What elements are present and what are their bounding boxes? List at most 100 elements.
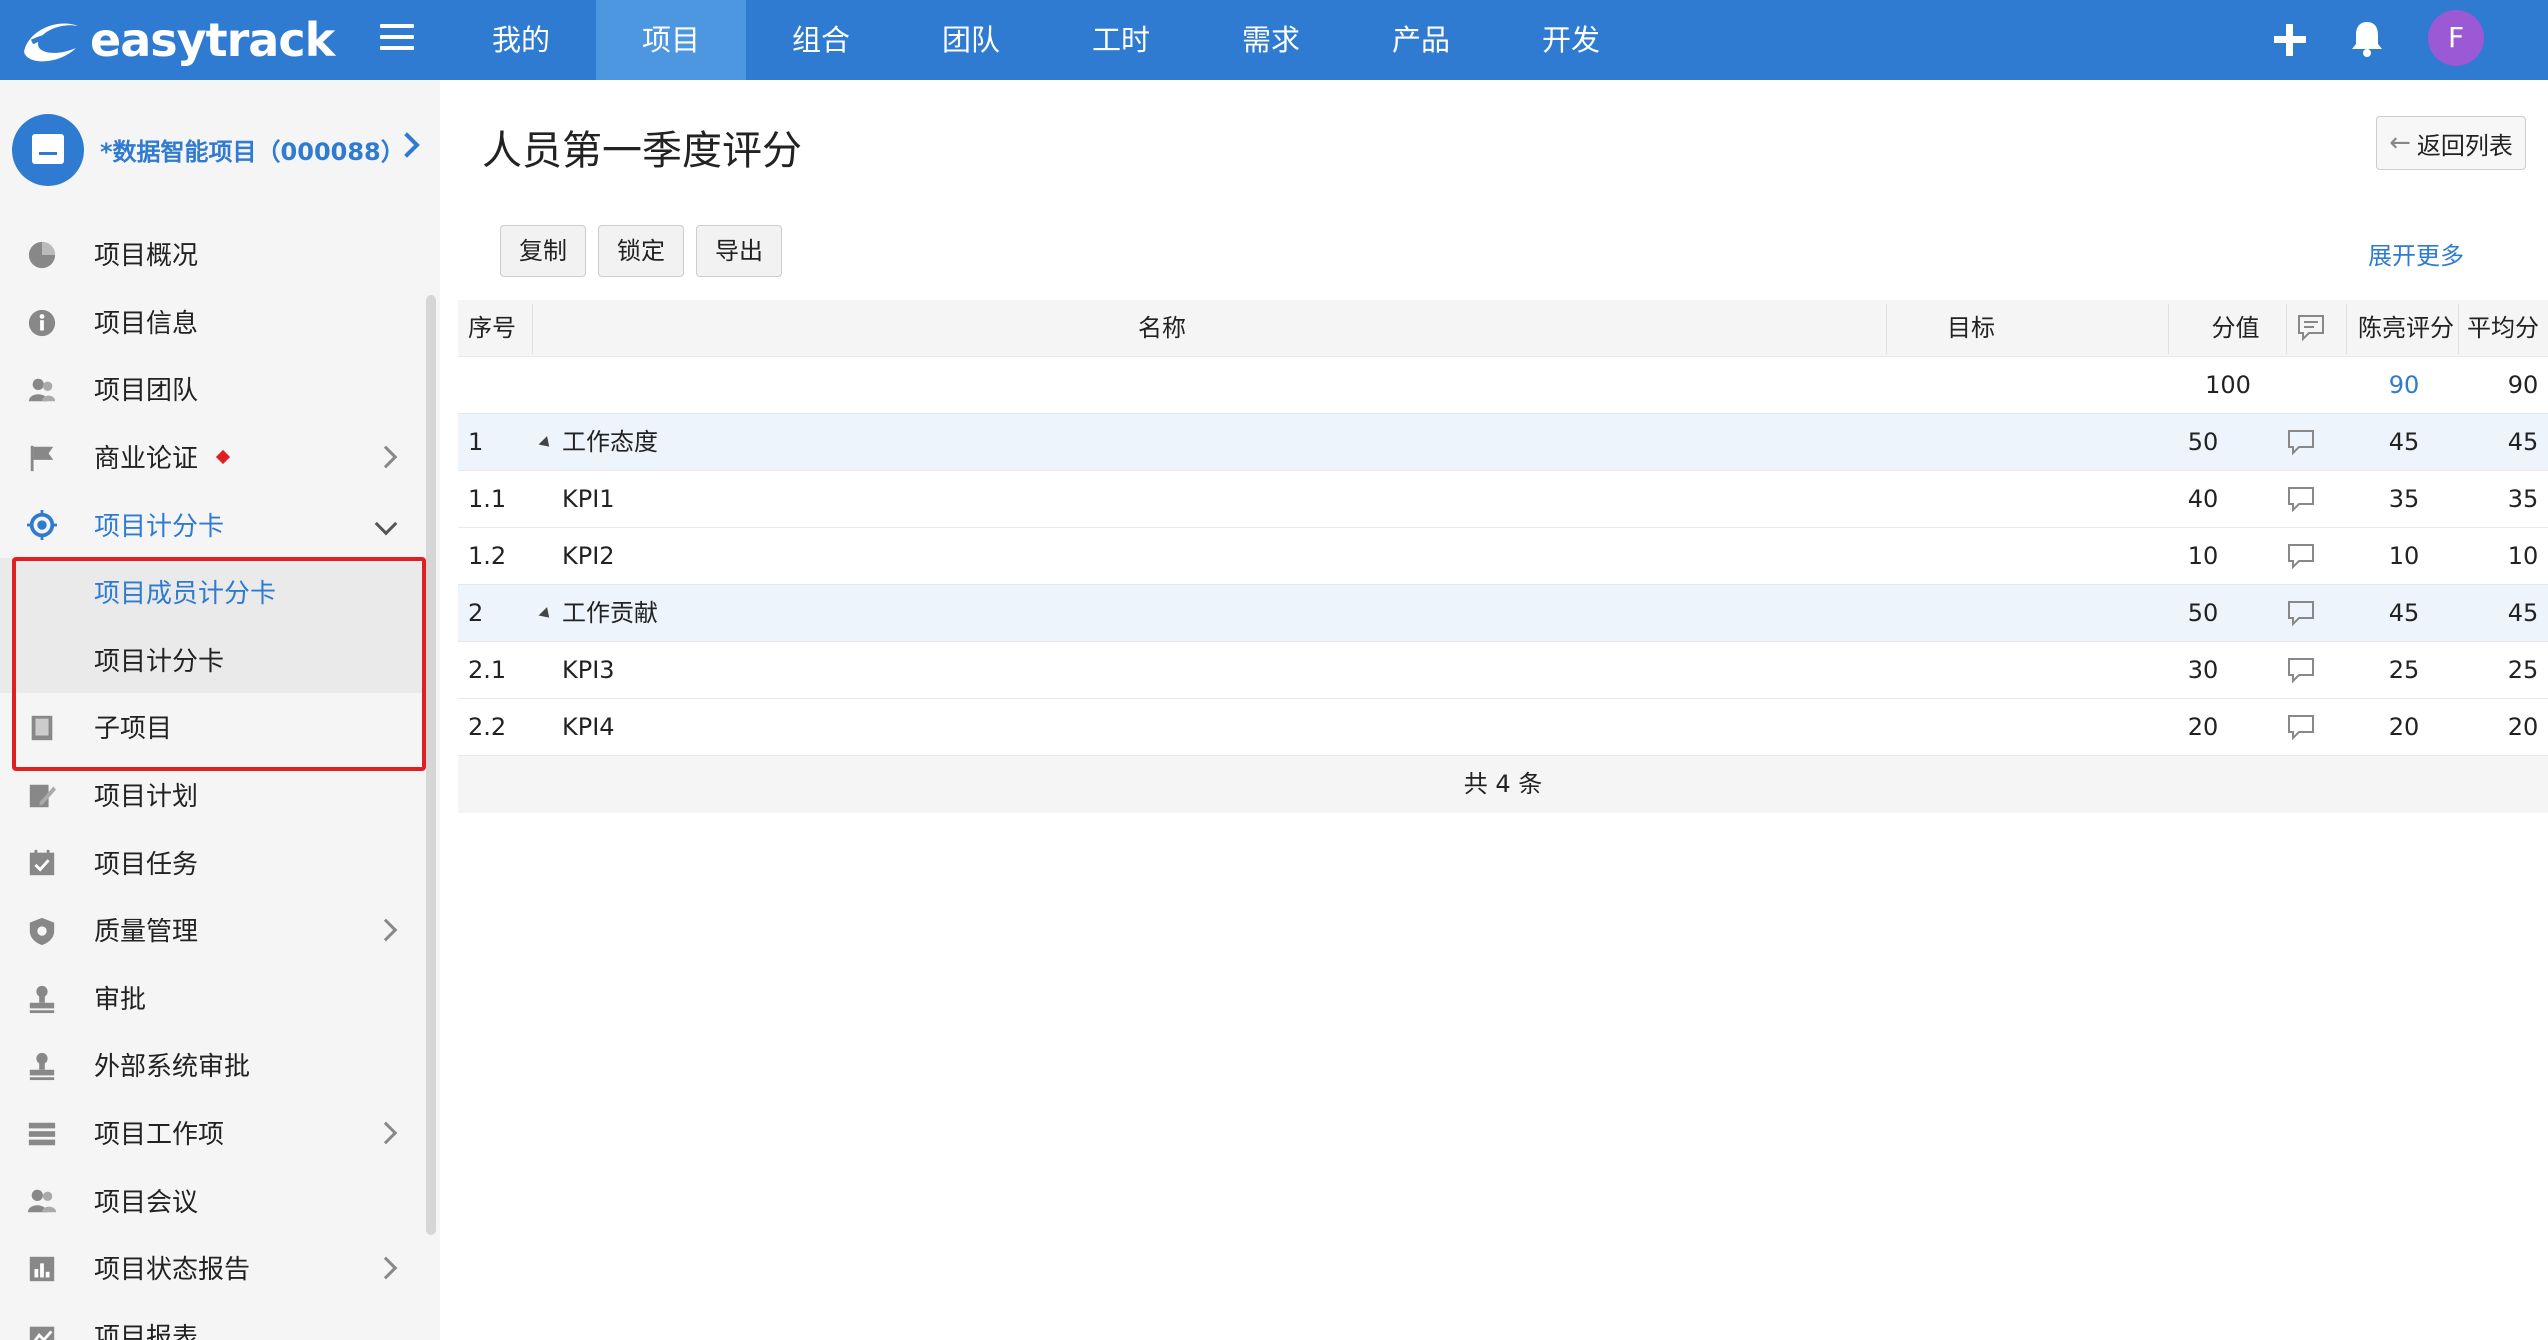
sidebar-item-subproject[interactable]: 子项目: [0, 693, 430, 761]
table-row[interactable]: 1.2 KPI2 10 10 10: [458, 528, 2548, 585]
sidebar-item-label: 项目报表: [94, 1322, 199, 1340]
meeting-icon: [27, 1190, 57, 1213]
export-button[interactable]: 导出: [696, 225, 782, 277]
sidebar-scrollbar[interactable]: [426, 295, 436, 1235]
header-name: 名称: [1138, 314, 1186, 342]
comment-icon[interactable]: [2286, 713, 2316, 741]
nav-item-portfolio[interactable]: 组合: [746, 0, 896, 80]
sidebar-item-team[interactable]: 项目团队: [0, 355, 430, 423]
page-title: 人员第一季度评分: [482, 128, 802, 174]
row-name: 工作态度: [562, 428, 658, 456]
expand-more-link[interactable]: 展开更多: [2368, 236, 2464, 271]
row-seq: 2.1: [468, 656, 507, 684]
sidebar-subitem-project-scorecard[interactable]: 项目计分卡: [0, 625, 430, 694]
logo-swoosh-icon: [24, 23, 78, 62]
chart-icon: [29, 1326, 55, 1340]
comment-icon[interactable]: [2286, 599, 2316, 627]
sidebar-item-info[interactable]: 项目信息: [0, 288, 430, 356]
table-row[interactable]: 1 工作态度 50 45 45: [458, 414, 2548, 471]
sidebar-item-work-items[interactable]: 项目工作项: [0, 1099, 430, 1167]
row-seq: 2.2: [468, 713, 507, 741]
sidebar-item-tasks[interactable]: 项目任务: [0, 828, 430, 896]
sidebar-item-label: 审批: [94, 984, 147, 1015]
header-seq: 序号: [468, 314, 516, 342]
row-score: 20: [2187, 713, 2219, 741]
nav-item-dev[interactable]: 开发: [1496, 0, 1646, 80]
nav-item-mine[interactable]: 我的: [446, 0, 596, 80]
sidebar-item-label: 项目任务: [94, 849, 199, 880]
list-icon: [28, 1122, 56, 1145]
comment-icon[interactable]: [2286, 485, 2316, 513]
plus-icon[interactable]: [2270, 20, 2310, 60]
row-name: KPI4: [562, 713, 615, 741]
sidebar-item-approval[interactable]: 审批: [0, 964, 430, 1032]
table-row[interactable]: 1.1 KPI1 40 35 35: [458, 471, 2548, 528]
sidebar-item-external-approval[interactable]: 外部系统审批: [0, 1031, 430, 1099]
row-seq: 1.1: [468, 485, 507, 513]
sidebar-item-meetings[interactable]: 项目会议: [0, 1166, 430, 1234]
project-icon: [12, 114, 84, 186]
sidebar-item-quality[interactable]: 质量管理: [0, 896, 430, 964]
row-avg: 35: [2507, 485, 2539, 513]
sidebar-item-label: 项目概况: [94, 241, 199, 272]
chevron-right-icon[interactable]: [374, 1121, 398, 1144]
sidebar: *数据智能项目（000088） 项目概况 项目信息 项目团队 商业论证 项目计分…: [0, 80, 440, 1340]
project-header[interactable]: *数据智能项目（000088）: [0, 80, 440, 215]
row-avg: 10: [2507, 542, 2539, 570]
row-score: 50: [2187, 428, 2219, 456]
sidebar-item-status-report[interactable]: 项目状态报告: [0, 1234, 430, 1302]
row-avg: 20: [2507, 713, 2539, 741]
lock-button[interactable]: 锁定: [598, 225, 684, 277]
row-name: KPI2: [562, 542, 615, 570]
chevron-right-icon[interactable]: [374, 918, 398, 942]
table-row[interactable]: 2.2 KPI4 20 20 20: [458, 699, 2548, 756]
flag-icon: [30, 445, 54, 471]
header-score: 分值: [2211, 314, 2260, 342]
comment-icon[interactable]: [2286, 428, 2316, 456]
back-to-list-button[interactable]: ← 返回列表: [2376, 116, 2526, 170]
easytrack-logo[interactable]: easytrack: [18, 8, 335, 72]
sidebar-item-reports[interactable]: 项目报表: [0, 1302, 430, 1340]
row-name: 工作贡献: [562, 599, 658, 627]
nav-item-team[interactable]: 团队: [896, 0, 1046, 80]
chevron-right-icon[interactable]: [374, 445, 398, 468]
collapse-triangle-icon[interactable]: [538, 606, 554, 622]
top-navigation-bar: easytrack 我的 项目 组合 团队 工时 需求 产品 开发 F: [0, 0, 2548, 80]
project-name[interactable]: *数据智能项目（000088）: [100, 132, 405, 167]
table-header-row: 序号 名称 目标 分值 陈亮评分 平均分: [458, 300, 2548, 357]
back-button-label: 返回列表: [2416, 131, 2513, 160]
sidebar-item-label: 质量管理: [94, 917, 199, 948]
sidebar-item-label: 项目计分卡: [94, 646, 225, 677]
sidebar-item-plan[interactable]: 项目计划: [0, 761, 430, 829]
table-row[interactable]: 2 工作贡献 50 45 45: [458, 585, 2548, 642]
chevron-down-icon[interactable]: [374, 512, 398, 536]
comment-icon[interactable]: [2286, 542, 2316, 570]
sidebar-item-label: 项目团队: [94, 376, 199, 407]
sidebar-subitem-member-scorecard[interactable]: 项目成员计分卡: [0, 557, 430, 626]
nav-item-requirements[interactable]: 需求: [1196, 0, 1346, 80]
book-icon: [31, 715, 53, 741]
copy-button[interactable]: 复制: [500, 225, 586, 277]
comment-icon[interactable]: [2286, 656, 2316, 684]
sidebar-item-label: 项目计划: [94, 782, 199, 813]
hamburger-menu-icon[interactable]: [380, 24, 414, 54]
scorecard-table: 序号 名称 目标 分值 陈亮评分 平均分 100 90 90 1 工作态度 50…: [458, 300, 2548, 813]
row-avg: 45: [2507, 599, 2539, 627]
row-avg: 25: [2507, 656, 2539, 684]
shield-icon: [29, 917, 55, 945]
nav-item-product[interactable]: 产品: [1346, 0, 1496, 80]
bell-icon[interactable]: [2348, 18, 2386, 58]
collapse-triangle-icon[interactable]: [538, 435, 554, 451]
nav-item-project[interactable]: 项目: [596, 0, 746, 80]
nav-item-timesheet[interactable]: 工时: [1046, 0, 1196, 80]
sidebar-item-label: 项目信息: [94, 308, 199, 339]
sidebar-item-scorecard[interactable]: 项目计分卡: [0, 490, 430, 558]
user-avatar[interactable]: F: [2428, 10, 2484, 66]
table-footer: 共 4 条: [458, 756, 2548, 813]
sidebar-item-business-case[interactable]: 商业论证: [0, 423, 430, 491]
row-score: 10: [2187, 542, 2219, 570]
chevron-right-icon[interactable]: [374, 1256, 398, 1280]
sidebar-item-overview[interactable]: 项目概况: [0, 220, 430, 288]
table-row[interactable]: 2.1 KPI3 30 25 25: [458, 642, 2548, 699]
row-name: KPI3: [562, 656, 615, 684]
